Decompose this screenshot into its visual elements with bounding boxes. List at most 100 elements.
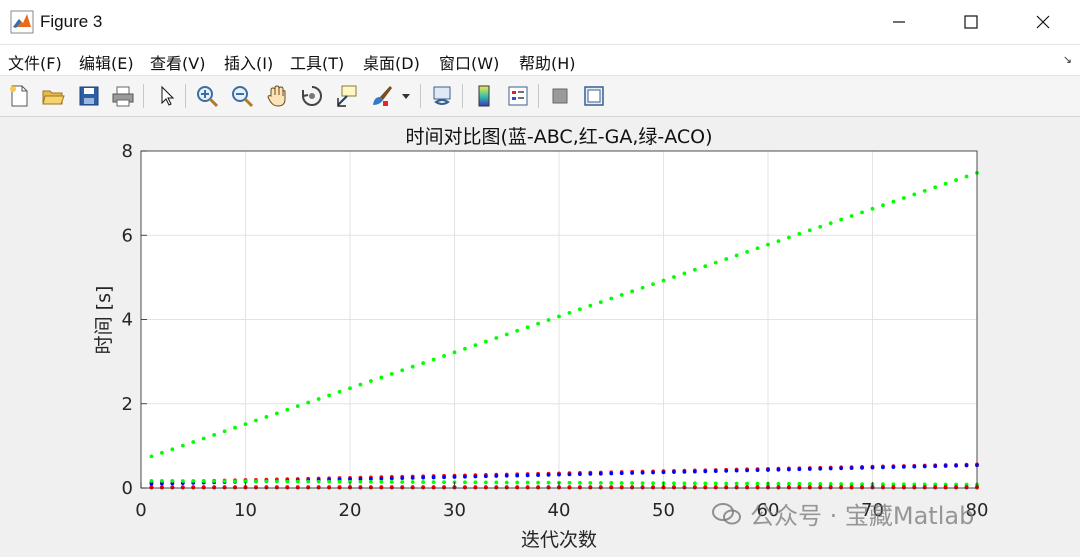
menu-help[interactable]: 帮助(H): [519, 50, 576, 74]
save-button[interactable]: [75, 82, 103, 110]
menu-edit[interactable]: 编辑(E): [79, 50, 134, 74]
hide-plot-tools-button[interactable]: [546, 82, 574, 110]
data-point: [682, 469, 687, 474]
data-point: [379, 375, 384, 380]
minimize-button[interactable]: [876, 6, 922, 38]
data-point: [379, 485, 384, 490]
brush-dropdown-button[interactable]: [398, 82, 414, 110]
data-point: [160, 450, 164, 455]
data-point: [713, 469, 718, 474]
data-point: [630, 471, 635, 475]
data-point: [912, 192, 917, 197]
data-point: [964, 463, 969, 468]
data-point: [755, 468, 760, 473]
pointer-button[interactable]: [153, 82, 181, 110]
new-figure-button[interactable]: [5, 82, 33, 110]
data-point: [285, 479, 290, 484]
data-point: [870, 206, 875, 211]
data-point: [860, 465, 864, 470]
menu-window[interactable]: 窗口(W): [439, 50, 499, 74]
data-point: [442, 475, 446, 480]
data-point: [692, 485, 697, 490]
menu-insert[interactable]: 插入(I): [224, 50, 273, 74]
link-plot-button[interactable]: [428, 82, 456, 110]
link-plot-icon: [433, 86, 451, 105]
data-point: [421, 485, 426, 490]
data-point: [306, 479, 311, 484]
data-point: [389, 480, 394, 484]
data-point: [358, 479, 363, 484]
data-point: [483, 480, 488, 485]
menu-file[interactable]: 文件(F): [8, 50, 62, 74]
data-point: [546, 472, 551, 477]
open-file-button[interactable]: [39, 82, 67, 110]
data-point: [598, 471, 603, 476]
brush-button[interactable]: [368, 82, 396, 110]
data-point: [316, 397, 321, 401]
data-point: [766, 468, 770, 472]
data-point: [452, 350, 457, 355]
data-point: [233, 425, 237, 430]
data-point: [713, 481, 718, 486]
data-point: [295, 479, 300, 484]
data-point: [421, 361, 426, 366]
menu-desktop[interactable]: 桌面(D): [363, 50, 420, 74]
zoom-in-button[interactable]: [193, 82, 221, 110]
data-point: [410, 476, 415, 480]
data-point: [515, 485, 520, 490]
close-button[interactable]: [1020, 6, 1066, 38]
data-point: [922, 188, 927, 193]
data-point: [745, 485, 749, 490]
data-point: [807, 481, 812, 486]
maximize-button[interactable]: [948, 6, 994, 38]
data-point: [400, 485, 405, 490]
data-point: [431, 485, 436, 490]
x-tick-label: 20: [339, 500, 362, 521]
data-point: [578, 307, 582, 312]
legend-button[interactable]: [504, 82, 532, 110]
zoom-out-icon: [232, 86, 254, 108]
data-point: [922, 485, 927, 490]
open-file-icon: [42, 90, 65, 105]
menu-tools[interactable]: 工具(T): [290, 50, 344, 74]
show-plot-tools-button[interactable]: [580, 82, 608, 110]
data-point: [745, 468, 749, 473]
data-point: [943, 464, 948, 468]
data-point: [901, 196, 906, 200]
data-cursor-button[interactable]: [333, 82, 361, 110]
data-point: [828, 466, 833, 471]
data-point: [149, 454, 154, 459]
menu-view[interactable]: 查看(V): [150, 50, 205, 74]
data-point: [672, 485, 676, 490]
window-title: Figure 3: [40, 12, 103, 31]
data-point: [389, 371, 394, 376]
data-point: [525, 325, 530, 330]
data-point: [682, 481, 687, 486]
print-icon: [112, 86, 134, 107]
colorbar-button[interactable]: [470, 82, 498, 110]
data-point: [180, 479, 185, 483]
data-point: [264, 415, 269, 419]
data-point: [807, 467, 812, 471]
data-point: [431, 475, 436, 480]
data-point: [536, 480, 540, 485]
print-button[interactable]: [109, 82, 137, 110]
data-point: [410, 364, 415, 369]
data-point: [515, 480, 520, 485]
pan-hand-icon: [267, 85, 286, 107]
data-point: [494, 474, 499, 478]
zoom-out-button[interactable]: [228, 82, 256, 110]
data-point: [630, 481, 635, 485]
dock-arrow-icon[interactable]: ↘: [1063, 53, 1072, 66]
data-point: [233, 479, 237, 484]
data-point: [379, 479, 384, 484]
pan-button[interactable]: [263, 82, 291, 110]
data-point: [452, 475, 457, 479]
rotate-3d-button[interactable]: [298, 82, 326, 110]
data-point: [713, 260, 718, 265]
data-point: [891, 465, 896, 470]
data-point: [692, 469, 697, 474]
data-point: [504, 480, 509, 485]
data-point: [557, 314, 561, 319]
y-tick-label: 6: [122, 225, 133, 246]
